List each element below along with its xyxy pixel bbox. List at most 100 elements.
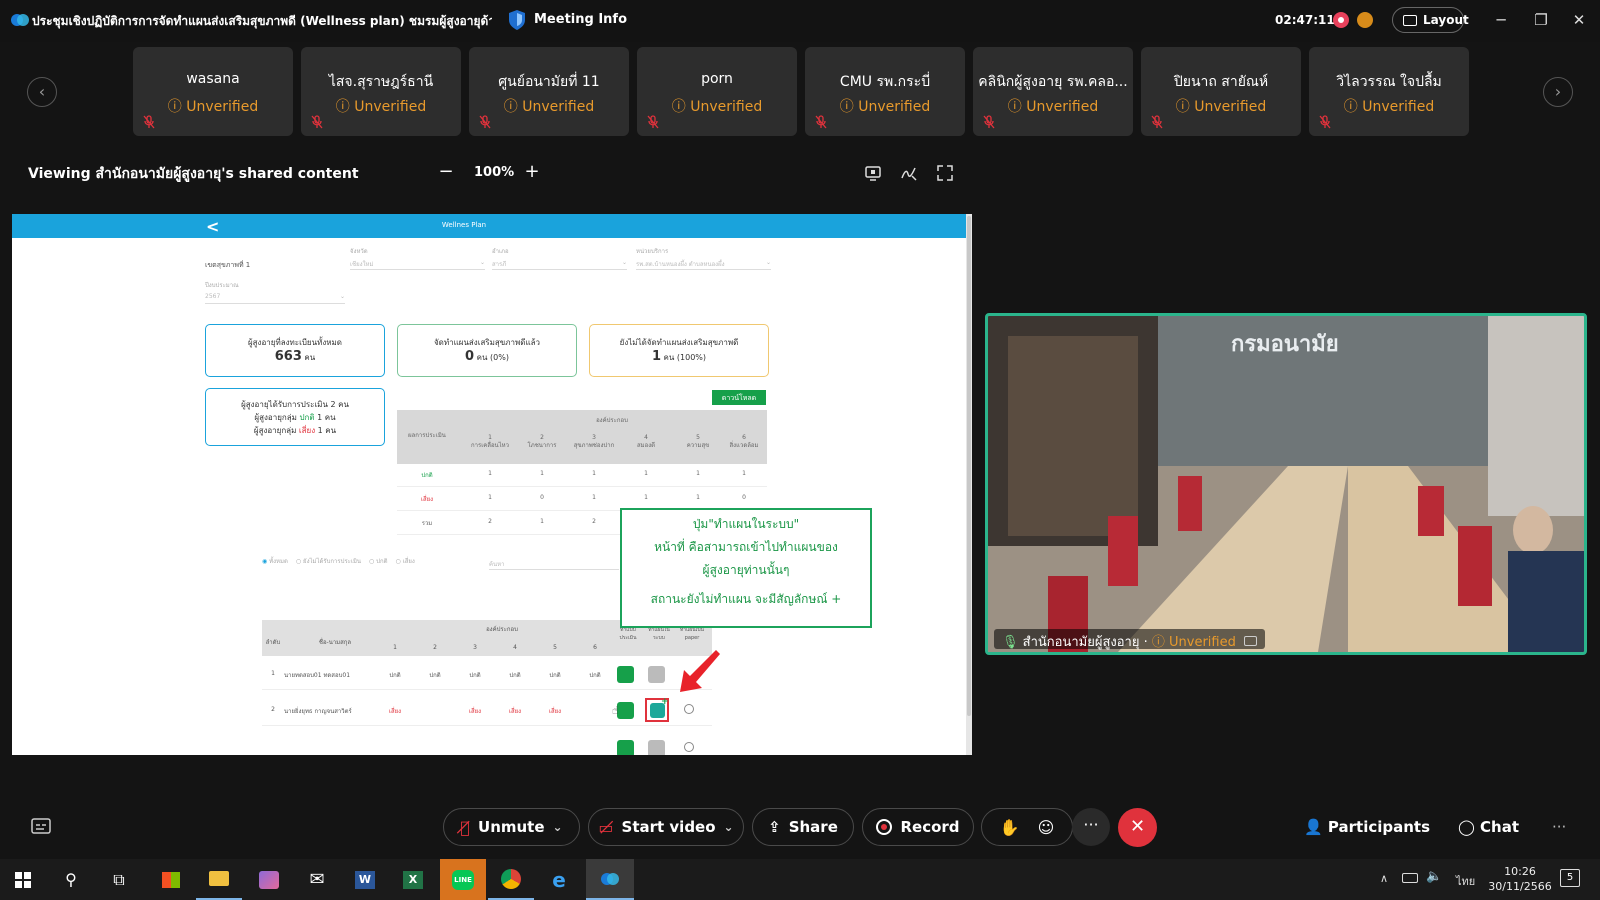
restore-icon[interactable]: ❐ — [1526, 7, 1556, 35]
paper-radio[interactable] — [684, 704, 694, 714]
list-col-num: 2 — [433, 644, 437, 651]
card-not-planned: ยังไม่ได้จัดทำแผนส่งเสริมสุขภาพดี 1 คน (… — [589, 324, 769, 377]
year-value: 2567 ⌄ — [205, 290, 345, 304]
search-placeholder: ค้นหา — [489, 561, 505, 568]
input-language[interactable]: ไทย — [1456, 872, 1475, 890]
speaker-status: ⓘ Unverified — [1151, 635, 1236, 650]
row-value: เสี่ยง — [468, 708, 482, 715]
zoom-level: 100% — [474, 165, 515, 180]
close-icon[interactable]: ✕ — [1564, 7, 1594, 35]
plan-in-system-button[interactable] — [648, 666, 665, 683]
store-icon[interactable] — [148, 859, 194, 900]
summary-cell: 1 — [488, 470, 492, 477]
participant-tile[interactable]: ปิยนาถ สายัณห์ ⓘ Unverified — [1141, 47, 1301, 136]
list-col-num: 4 — [513, 644, 517, 651]
back-arrow-icon[interactable]: < — [206, 217, 219, 236]
battery-icon[interactable] — [1402, 873, 1418, 883]
record-button[interactable]: Record — [862, 808, 974, 846]
participant-tile[interactable]: คลินิกผู้สูงอายุ รพ.คลอ... ⓘ Unverified — [973, 47, 1133, 136]
assess-button[interactable] — [617, 740, 634, 755]
status-radio[interactable]: ○ ปกติ — [369, 556, 388, 566]
participant-tile[interactable]: porn ⓘ Unverified — [637, 47, 797, 136]
district-select[interactable]: อำเภอ สารภี ⌄ — [492, 246, 627, 270]
share-view-icon[interactable] — [864, 164, 882, 182]
callout-line1: ปุ่ม"ทำแผนในระบบ" — [692, 517, 800, 531]
task-view-icon[interactable]: ⧉ — [96, 859, 142, 900]
chevron-down-icon[interactable]: ⌄ — [724, 820, 734, 834]
file-explorer-icon[interactable] — [196, 859, 242, 900]
chevron-down-icon[interactable]: ⌄ — [553, 820, 563, 834]
plan-in-system-button[interactable]: + — [645, 697, 669, 722]
chrome-icon[interactable] — [488, 859, 534, 900]
search-icon[interactable]: ⚲ — [48, 859, 94, 900]
unmute-button[interactable]: 🎙̸ Unmute ⌄ — [443, 808, 580, 846]
status-radio[interactable]: ◉ ทั้งหมด — [262, 556, 288, 566]
participant-tile[interactable]: CMU รพ.กระบี่ ⓘ Unverified — [805, 47, 965, 136]
download-button[interactable]: ดาวน์โหลด — [712, 390, 766, 405]
participant-tile[interactable]: wasana ⓘ Unverified — [133, 47, 293, 136]
layout-button[interactable]: Layout — [1392, 7, 1469, 33]
chat-button[interactable]: ◯ Chat — [1458, 818, 1519, 836]
edge-icon[interactable]: e — [536, 859, 582, 900]
shield-icon[interactable] — [508, 9, 526, 31]
summary-cell: 0 — [742, 494, 746, 501]
province-select[interactable]: จังหวัด เชียงใหม่ ⌄ — [350, 246, 485, 270]
user-status-icon[interactable] — [1357, 12, 1373, 28]
participant-tile[interactable]: ไสจ.สุราษฎร์ธานี ⓘ Unverified — [301, 47, 461, 136]
zoom-out-icon[interactable]: − — [436, 161, 456, 182]
captions-icon[interactable] — [31, 818, 51, 836]
search-input[interactable]: ค้นหา — [489, 556, 619, 570]
participants-button[interactable]: 👤 Participants — [1304, 818, 1430, 836]
scrollbar[interactable] — [966, 214, 972, 755]
cursor-hand-icon: ☝ — [612, 704, 619, 717]
table-row[interactable]: 1 นายทดสอบ01 ทดสอบ01 ปกติ ปกติ ปกติ ปกติ ปกติ ป… — [262, 662, 712, 690]
summary-col-header: 4 สมองดี — [636, 434, 656, 449]
webex-taskbar-icon[interactable] — [586, 859, 634, 900]
participant-status: ⓘ Unverified — [1343, 99, 1435, 115]
participant-status: ⓘ Unverified — [1007, 99, 1099, 115]
assess-button[interactable] — [617, 666, 634, 683]
list-col-num: 5 — [553, 644, 557, 651]
raise-hand-icon[interactable]: ✋ — [1000, 818, 1020, 837]
status-radio[interactable]: ○ ยังไม่ได้รับการประเมิน — [296, 556, 361, 566]
windows-start-icon[interactable] — [0, 859, 46, 900]
strip-prev-arrow-icon[interactable]: ‹ — [27, 77, 57, 107]
word-icon[interactable]: W — [342, 859, 388, 900]
more-options-icon[interactable]: ··· — [1072, 808, 1110, 846]
summary-cell: 2 — [592, 518, 596, 525]
col-index-header: ลำดับ — [265, 639, 281, 646]
table-row[interactable]: 2 นายยิ่งยุทธ กาญจนสาวิตร์ เสี่ยง เสี่ยง เสี… — [262, 697, 712, 726]
plan-button[interactable] — [648, 740, 665, 755]
mail-icon[interactable]: ✉ — [294, 859, 340, 900]
start-video-label: Start video — [621, 818, 716, 836]
status-radio[interactable]: ○ เสี่ยง — [396, 556, 415, 566]
minimize-icon[interactable]: ─ — [1486, 7, 1516, 35]
participant-tile[interactable]: ศูนย์อนามัยที่ 11 ⓘ Unverified — [469, 47, 629, 136]
annotate-icon[interactable] — [900, 164, 918, 182]
paper-radio[interactable] — [684, 742, 694, 752]
excel-icon[interactable]: X — [390, 859, 436, 900]
unit-select[interactable]: หน่วยบริการ รพ.สต.บ้านหนองผึ้ง ตำบลหนองผ… — [636, 246, 771, 270]
participant-tile[interactable]: วิไลวรรณ ใจปลื้ม ⓘ Unverified — [1309, 47, 1469, 136]
strip-next-arrow-icon[interactable]: › — [1543, 77, 1573, 107]
active-speaker-video[interactable]: กรมอนามัย 🎙 สำนักอนามัยผู้สูงอายุ · ⓘ Un… — [985, 313, 1587, 655]
notification-center-icon[interactable]: 5 — [1560, 869, 1580, 887]
emoji-reaction-icon[interactable]: ☺ — [1038, 818, 1055, 837]
windows-taskbar: ⚲ ⧉ ✉ W X LINE e ∧ 🔈 ไทย 10:26 30/11/256… — [0, 859, 1600, 900]
volume-muted-icon[interactable]: 🔈 — [1426, 869, 1442, 884]
meeting-info-button[interactable]: Meeting Info — [534, 12, 627, 27]
clock[interactable]: 10:26 30/11/2566 — [1488, 864, 1552, 894]
assess-button[interactable] — [617, 702, 634, 719]
summary-cell: 2 — [488, 518, 492, 525]
fullscreen-icon[interactable] — [936, 164, 954, 182]
shared-screen[interactable]: < Wellnes Plan เขตสุขภาพที่ 1 ปีงบประมาณ… — [12, 214, 972, 755]
line-app-icon[interactable]: LINE — [440, 859, 486, 900]
year-select[interactable]: ปีงบประมาณ 2567 ⌄ — [205, 280, 345, 304]
paint-icon[interactable] — [246, 859, 292, 900]
more-right-icon[interactable]: ··· — [1552, 818, 1566, 836]
tray-chevron-icon[interactable]: ∧ — [1380, 872, 1388, 885]
start-video-button[interactable]: ▭̸ Start video ⌄ — [588, 808, 744, 846]
share-button[interactable]: ⇪ Share — [752, 808, 854, 846]
zoom-in-icon[interactable]: + — [522, 161, 542, 182]
end-call-icon[interactable]: ✕ — [1118, 808, 1157, 847]
